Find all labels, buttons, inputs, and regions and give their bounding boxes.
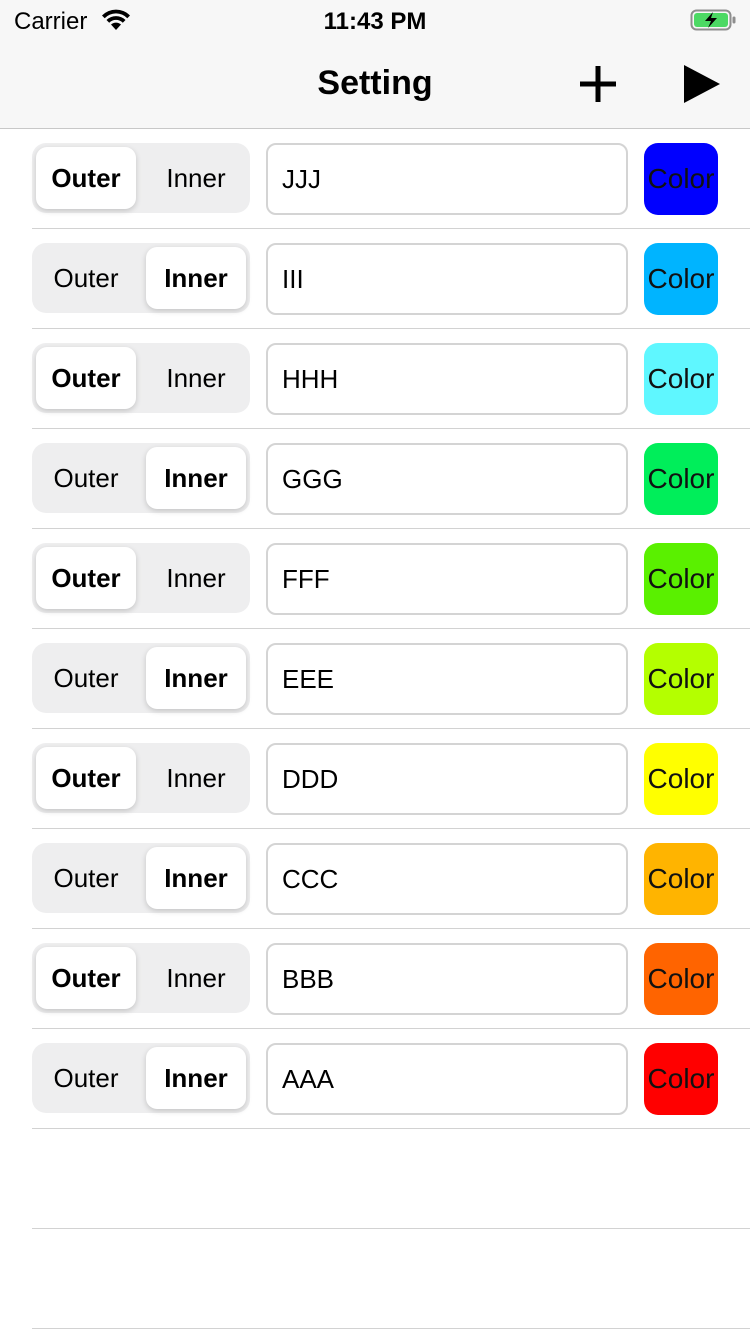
name-field[interactable] xyxy=(266,443,628,515)
empty-row xyxy=(32,1129,750,1229)
outer-inner-segmented-control[interactable]: Outer Inner xyxy=(32,343,250,413)
color-button[interactable]: Color xyxy=(644,743,718,815)
outer-inner-segmented-control[interactable]: Outer Inner xyxy=(32,543,250,613)
segment-outer[interactable]: Outer xyxy=(36,247,136,309)
outer-inner-segmented-control[interactable]: Outer Inner xyxy=(32,143,250,213)
setting-row: OuterInner Color xyxy=(32,329,750,429)
name-field[interactable] xyxy=(266,943,628,1015)
outer-inner-segmented-control[interactable]: Outer Inner xyxy=(32,443,250,513)
segment-outer[interactable]: Outer xyxy=(36,947,136,1009)
plus-icon[interactable] xyxy=(576,62,620,106)
segment-outer[interactable]: Outer xyxy=(36,547,136,609)
setting-row: OuterInner Color xyxy=(32,929,750,1029)
segment-outer[interactable]: Outer xyxy=(36,1047,136,1109)
segment-outer[interactable]: Outer xyxy=(36,847,136,909)
name-field[interactable] xyxy=(266,743,628,815)
segment-inner[interactable]: Inner xyxy=(146,447,246,509)
color-button[interactable]: Color xyxy=(644,843,718,915)
setting-row: OuterInner Color xyxy=(32,529,750,629)
segment-outer[interactable]: Outer xyxy=(36,147,136,209)
segment-inner[interactable]: Inner xyxy=(146,747,246,809)
setting-row: OuterInner Color xyxy=(32,129,750,229)
segment-outer[interactable]: Outer xyxy=(36,747,136,809)
segment-outer[interactable]: Outer xyxy=(36,347,136,409)
name-field[interactable] xyxy=(266,543,628,615)
segment-inner[interactable]: Inner xyxy=(146,647,246,709)
name-field[interactable] xyxy=(266,1043,628,1115)
segment-outer[interactable]: Outer xyxy=(36,647,136,709)
status-bar: Carrier 11:43 PM xyxy=(0,0,750,40)
color-button[interactable]: Color xyxy=(644,243,718,315)
setting-row: OuterInner Color xyxy=(32,1029,750,1129)
segment-inner[interactable]: Inner xyxy=(146,347,246,409)
segment-outer[interactable]: Outer xyxy=(36,447,136,509)
setting-row: OuterInner Color xyxy=(32,629,750,729)
settings-list: OuterInnerColorOuterInnerColorOuterInner… xyxy=(0,129,750,1329)
outer-inner-segmented-control[interactable]: Outer Inner xyxy=(32,843,250,913)
segment-inner[interactable]: Inner xyxy=(146,1047,246,1109)
clock: 11:43 PM xyxy=(323,8,427,35)
segment-inner[interactable]: Inner xyxy=(146,847,246,909)
name-field[interactable] xyxy=(266,243,628,315)
segment-inner[interactable]: Inner xyxy=(146,547,246,609)
play-icon[interactable] xyxy=(680,62,724,106)
color-button[interactable]: Color xyxy=(644,1043,718,1115)
outer-inner-segmented-control[interactable]: Outer Inner xyxy=(32,1043,250,1113)
color-button[interactable]: Color xyxy=(644,643,718,715)
color-button[interactable]: Color xyxy=(644,943,718,1015)
page-title: Setting xyxy=(317,64,433,102)
setting-row: OuterInner Color xyxy=(32,829,750,929)
outer-inner-segmented-control[interactable]: Outer Inner xyxy=(32,643,250,713)
outer-inner-segmented-control[interactable]: Outer Inner xyxy=(32,743,250,813)
name-field[interactable] xyxy=(266,343,628,415)
outer-inner-segmented-control[interactable]: Outer Inner xyxy=(32,243,250,313)
setting-row: OuterInner Color xyxy=(32,229,750,329)
color-button[interactable]: Color xyxy=(644,543,718,615)
segment-inner[interactable]: Inner xyxy=(146,947,246,1009)
setting-row: OuterInner Color xyxy=(32,729,750,829)
segment-inner[interactable]: Inner xyxy=(146,147,246,209)
setting-row: OuterInner Color xyxy=(32,429,750,529)
color-button[interactable]: Color xyxy=(644,343,718,415)
name-field[interactable] xyxy=(266,643,628,715)
segment-inner[interactable]: Inner xyxy=(146,247,246,309)
empty-row xyxy=(32,1229,750,1329)
outer-inner-segmented-control[interactable]: Outer Inner xyxy=(32,943,250,1013)
color-button[interactable]: Color xyxy=(644,443,718,515)
color-button[interactable]: Color xyxy=(644,143,718,215)
battery-charging-icon xyxy=(690,9,736,31)
name-field[interactable] xyxy=(266,143,628,215)
name-field[interactable] xyxy=(266,843,628,915)
navigation-bar: Setting xyxy=(0,40,750,129)
